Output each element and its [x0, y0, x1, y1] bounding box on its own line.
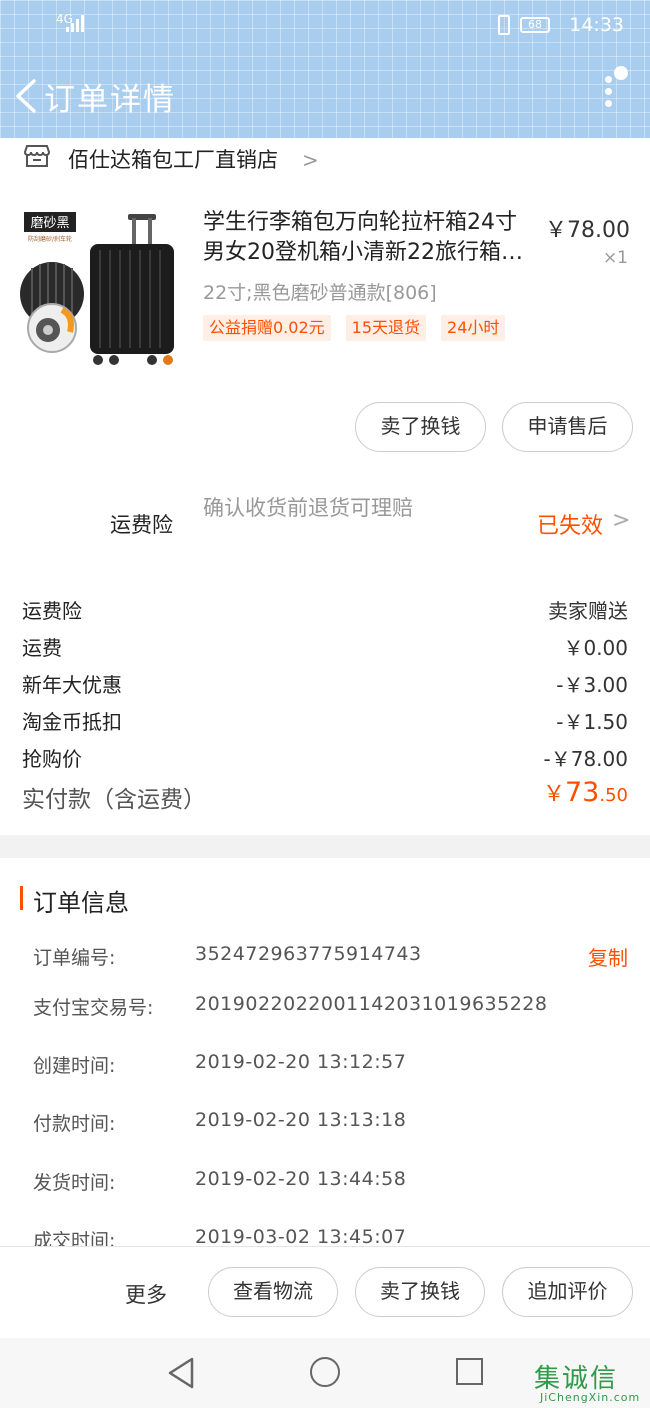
vibrate-icon [498, 15, 510, 35]
signal-icon [66, 14, 88, 32]
fee-row: 淘金币抵扣 -￥1.50 [22, 710, 628, 734]
store-name[interactable]: 佰仕达箱包工厂直销店 [68, 144, 278, 174]
status-bar: 4G 68 14:33 [0, 10, 650, 40]
product-badge: 磨砂黑 [30, 216, 69, 231]
total-amount: ￥73.50 [542, 777, 628, 808]
fee-row: 运费险 卖家赠送 [22, 599, 628, 623]
nav-home-icon[interactable] [310, 1357, 340, 1387]
view-logistics-button[interactable]: 查看物流 [208, 1267, 338, 1317]
fee-row: 运费 ￥0.00 [22, 636, 628, 660]
system-nav-bar: 集诚信 JiChengXin.com [0, 1338, 650, 1408]
product-sku: 22寸;黑色磨砂普通款[806] [203, 282, 437, 304]
watermark-logo: 集诚信 [534, 1364, 619, 1394]
total-label: 实付款（含运费） [22, 787, 206, 813]
product-badge-sub: 防刮磨砂/刹车轮 [28, 235, 72, 243]
insurance-description: 确认收货前退货可理赔 [203, 496, 413, 520]
add-review-button[interactable]: 追加评价 [502, 1267, 633, 1317]
copy-button[interactable]: 复制 [588, 942, 628, 971]
total-row: 实付款（含运费） ￥73.50 [22, 777, 628, 820]
product-tags: 公益捐赠0.02元 15天退货 24小时 [203, 315, 506, 341]
chevron-right-icon: > [302, 148, 319, 172]
order-info-title: 订单信息 [33, 889, 129, 917]
page-title: 订单详情 [44, 82, 176, 118]
insurance-status[interactable]: 已失效 [537, 508, 603, 540]
tag-return: 15天退货 [345, 315, 427, 341]
bottom-action-bar: 更多 查看物流 卖了换钱 追加评价 [0, 1246, 650, 1338]
section-accent-bar [20, 886, 23, 910]
sell-button[interactable]: 卖了换钱 [355, 402, 486, 452]
product-image[interactable]: 磨砂黑 防刮磨砂/刹车轮 [18, 206, 183, 376]
clock: 14:33 [569, 14, 624, 36]
nav-recent-icon[interactable] [456, 1358, 483, 1385]
order-card: 佰仕达箱包工厂直销店 > 磨砂黑 防刮磨砂/刹车轮 学生行李箱包万向轮拉杆箱24… [0, 138, 650, 835]
nav-back-icon[interactable] [166, 1356, 196, 1390]
header: 4G 68 14:33 订单详情 [0, 0, 650, 138]
more-button[interactable]: 更多 [125, 1279, 167, 1309]
product-quantity: ×1 [602, 248, 628, 268]
fee-row: 抢购价 -￥78.00 [22, 747, 628, 771]
product-price: ￥78.00 [545, 218, 630, 243]
battery-icon: 68 [520, 17, 550, 33]
chevron-right-icon[interactable]: > [612, 508, 630, 533]
notification-dot [614, 66, 628, 80]
product-title[interactable]: 学生行李箱包万向轮拉杆箱24寸 男女20登机箱小清新22旅行箱… [203, 208, 543, 268]
back-arrow-icon[interactable] [12, 78, 40, 114]
sell-button-bottom[interactable]: 卖了换钱 [355, 1267, 485, 1317]
more-options-icon[interactable] [602, 76, 614, 112]
order-info-section: 订单信息 复制 订单编号: 352472963775914743 支付宝交易号: 2… [0, 858, 650, 1248]
store-row[interactable]: 佰仕达箱包工厂直销店 > [0, 138, 650, 178]
insurance-label: 运费险 [110, 513, 173, 537]
fee-list: 运费险 卖家赠送 运费 ￥0.00 新年大优惠 -￥3.00 淘金币抵扣 -￥1.50 … [22, 593, 628, 778]
fee-row: 新年大优惠 -￥3.00 [22, 673, 628, 697]
watermark-url: JiChengXin.com [540, 1391, 641, 1404]
store-icon [24, 145, 50, 167]
tag-donation: 公益捐赠0.02元 [203, 315, 331, 341]
tag-shipping: 24小时 [441, 315, 506, 341]
after-sale-button[interactable]: 申请售后 [502, 402, 633, 452]
